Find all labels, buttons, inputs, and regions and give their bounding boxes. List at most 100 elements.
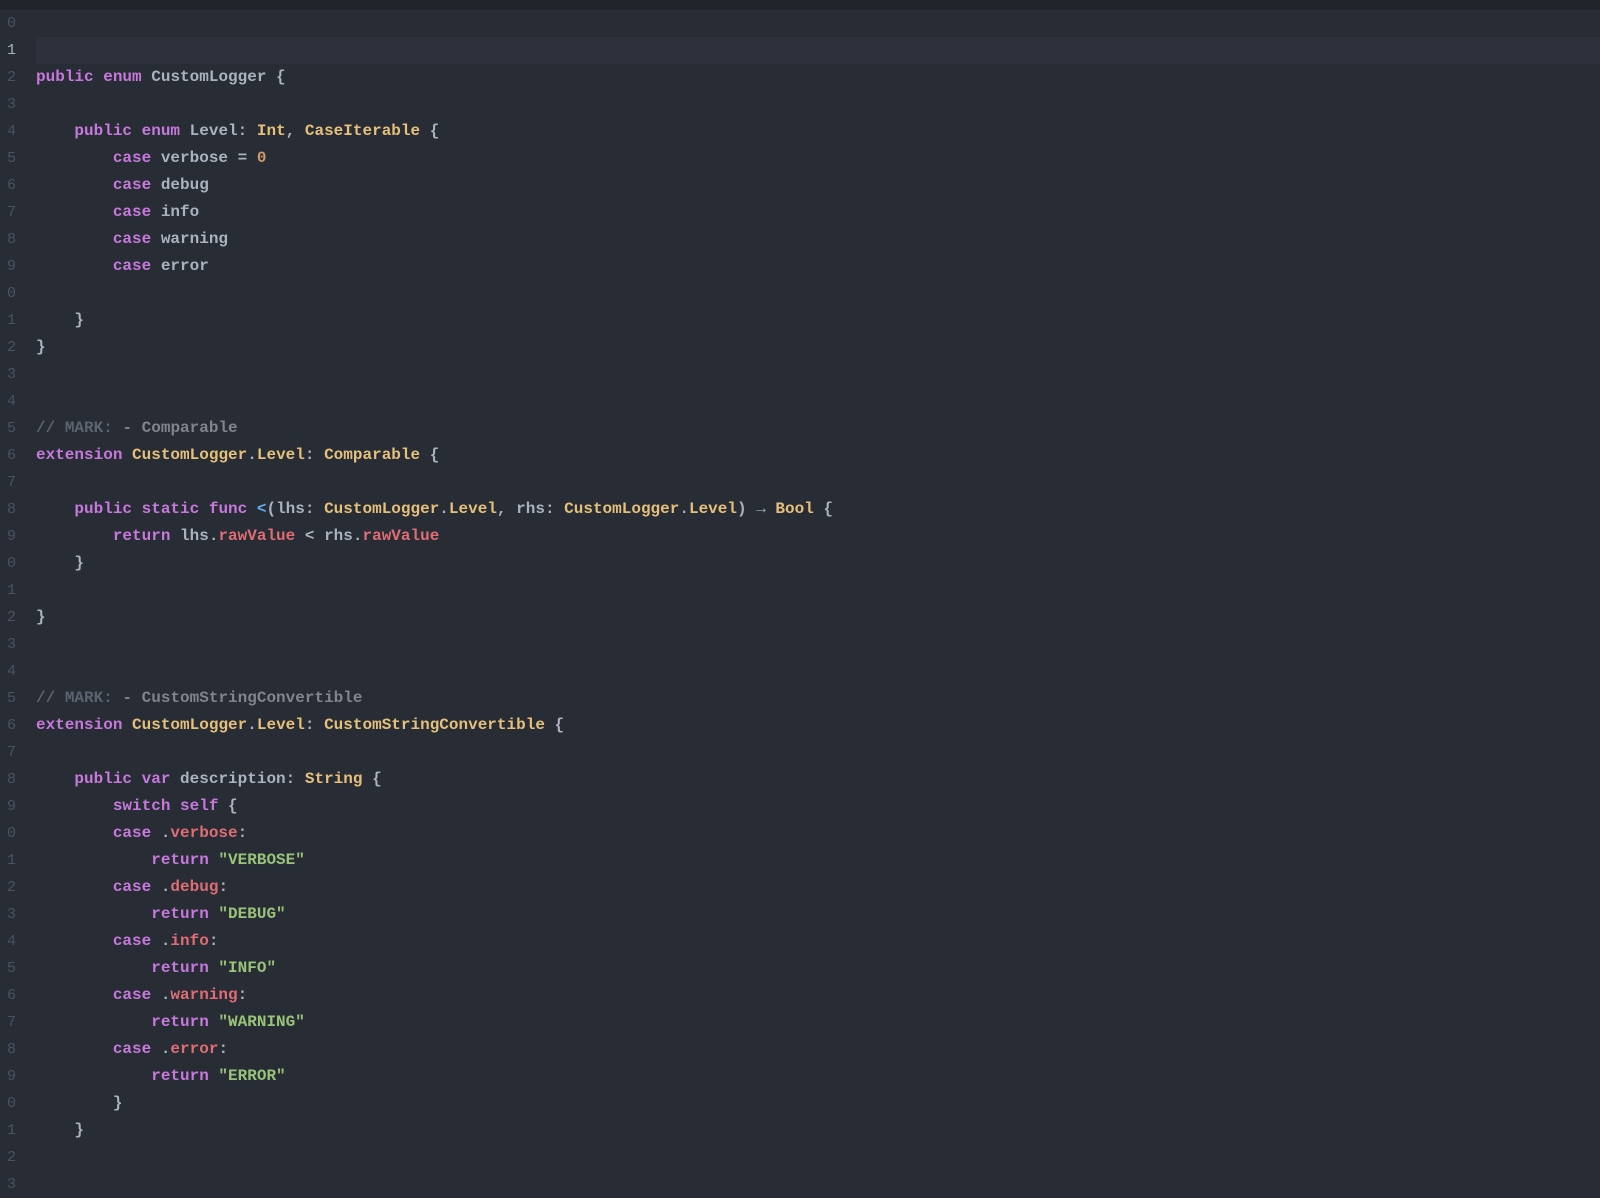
- enum-case: debug: [170, 878, 218, 896]
- keyword: public: [74, 500, 132, 518]
- punctuation: {: [545, 716, 564, 734]
- code-line[interactable]: [36, 1144, 1600, 1171]
- code-line[interactable]: case .verbose:: [36, 820, 1600, 847]
- code-line[interactable]: [36, 739, 1600, 766]
- line-number: 6: [0, 712, 16, 739]
- code-line[interactable]: extension CustomLogger.Level: CustomStri…: [36, 712, 1600, 739]
- comment: //: [36, 419, 65, 437]
- line-number: 4: [0, 388, 16, 415]
- type-name: CustomLogger: [564, 500, 679, 518]
- code-line[interactable]: return lhs.rawValue < rhs.rawValue: [36, 523, 1600, 550]
- punctuation: {: [814, 500, 833, 518]
- code-line[interactable]: [36, 469, 1600, 496]
- code-line[interactable]: [36, 10, 1600, 37]
- line-number: 0: [0, 820, 16, 847]
- code-line[interactable]: [36, 631, 1600, 658]
- code-line[interactable]: case .error:: [36, 1036, 1600, 1063]
- code-line[interactable]: [36, 361, 1600, 388]
- punctuation: {: [266, 68, 285, 86]
- keyword: case: [113, 176, 151, 194]
- code-line[interactable]: }: [36, 1090, 1600, 1117]
- code-line[interactable]: case info: [36, 199, 1600, 226]
- code-line[interactable]: case debug: [36, 172, 1600, 199]
- code-line[interactable]: extension CustomLogger.Level: Comparable…: [36, 442, 1600, 469]
- line-number: 8: [0, 766, 16, 793]
- line-number: 6: [0, 172, 16, 199]
- line-number: 9: [0, 253, 16, 280]
- type-name: CaseIterable: [305, 122, 420, 140]
- code-line[interactable]: }: [36, 1117, 1600, 1144]
- mark-comment: MARK:: [65, 689, 113, 707]
- property: rawValue: [362, 527, 439, 545]
- code-line[interactable]: case warning: [36, 226, 1600, 253]
- code-line[interactable]: case .info:: [36, 928, 1600, 955]
- keyword: return: [151, 851, 209, 869]
- protocol-name: CustomStringConvertible: [324, 716, 545, 734]
- line-number: 7: [0, 1009, 16, 1036]
- keyword: extension: [36, 446, 122, 464]
- punctuation: :: [305, 500, 324, 518]
- code-line[interactable]: return "WARNING": [36, 1009, 1600, 1036]
- code-line[interactable]: [36, 91, 1600, 118]
- line-number: 5: [0, 685, 16, 712]
- keyword: switch: [113, 797, 171, 815]
- line-number: 4: [0, 658, 16, 685]
- line-number: 3: [0, 631, 16, 658]
- line-number: 9: [0, 523, 16, 550]
- keyword: case: [113, 230, 151, 248]
- punctuation: }: [74, 311, 84, 329]
- line-number: 3: [0, 1171, 16, 1198]
- keyword: enum: [142, 122, 180, 140]
- code-content[interactable]: public enum CustomLogger { public enum L…: [24, 10, 1600, 1198]
- type-name: CustomLogger: [151, 68, 266, 86]
- code-line[interactable]: }: [36, 307, 1600, 334]
- type-name: String: [305, 770, 363, 788]
- code-line[interactable]: }: [36, 550, 1600, 577]
- function-name: <: [247, 500, 266, 518]
- arrow-icon: →: [756, 500, 766, 518]
- code-line[interactable]: [36, 577, 1600, 604]
- code-line-active[interactable]: [36, 37, 1600, 64]
- code-line[interactable]: [36, 1171, 1600, 1198]
- punctuation: .: [151, 824, 170, 842]
- type-name: Level: [190, 122, 238, 140]
- line-number: 0: [0, 1090, 16, 1117]
- code-line[interactable]: return "INFO": [36, 955, 1600, 982]
- code-line[interactable]: [36, 658, 1600, 685]
- code-line[interactable]: return "DEBUG": [36, 901, 1600, 928]
- code-line[interactable]: public static func <(lhs: CustomLogger.L…: [36, 496, 1600, 523]
- punctuation: :: [209, 932, 219, 950]
- parameter: rhs: [516, 500, 545, 518]
- line-number: 3: [0, 91, 16, 118]
- code-line[interactable]: switch self {: [36, 793, 1600, 820]
- keyword: return: [151, 1067, 209, 1085]
- code-line[interactable]: return "VERBOSE": [36, 847, 1600, 874]
- code-line[interactable]: }: [36, 334, 1600, 361]
- line-number: 8: [0, 496, 16, 523]
- code-line[interactable]: return "ERROR": [36, 1063, 1600, 1090]
- code-line[interactable]: case error: [36, 253, 1600, 280]
- code-line[interactable]: public enum Level: Int, CaseIterable {: [36, 118, 1600, 145]
- string-literal: "INFO": [209, 959, 276, 977]
- line-number: 8: [0, 226, 16, 253]
- code-line[interactable]: public var description: String {: [36, 766, 1600, 793]
- line-number: 2: [0, 64, 16, 91]
- punctuation: {: [420, 122, 439, 140]
- code-line[interactable]: [36, 388, 1600, 415]
- keyword: case: [113, 932, 151, 950]
- code-line[interactable]: public enum CustomLogger {: [36, 64, 1600, 91]
- code-line[interactable]: case .warning:: [36, 982, 1600, 1009]
- type-name: Level: [257, 716, 305, 734]
- punctuation: :: [286, 770, 305, 788]
- code-line[interactable]: // MARK: - Comparable: [36, 415, 1600, 442]
- code-line[interactable]: // MARK: - CustomStringConvertible: [36, 685, 1600, 712]
- code-line[interactable]: }: [36, 604, 1600, 631]
- property: rawValue: [218, 527, 295, 545]
- code-line[interactable]: [36, 280, 1600, 307]
- line-number: 8: [0, 1036, 16, 1063]
- code-line[interactable]: case verbose = 0: [36, 145, 1600, 172]
- code-line[interactable]: case .debug:: [36, 874, 1600, 901]
- line-number: 5: [0, 415, 16, 442]
- code-editor[interactable]: 0 1 2 3 4 5 6 7 8 9 0 1 2 3 4 5 6 7 8 9 …: [0, 10, 1600, 1198]
- punctuation: :: [218, 878, 228, 896]
